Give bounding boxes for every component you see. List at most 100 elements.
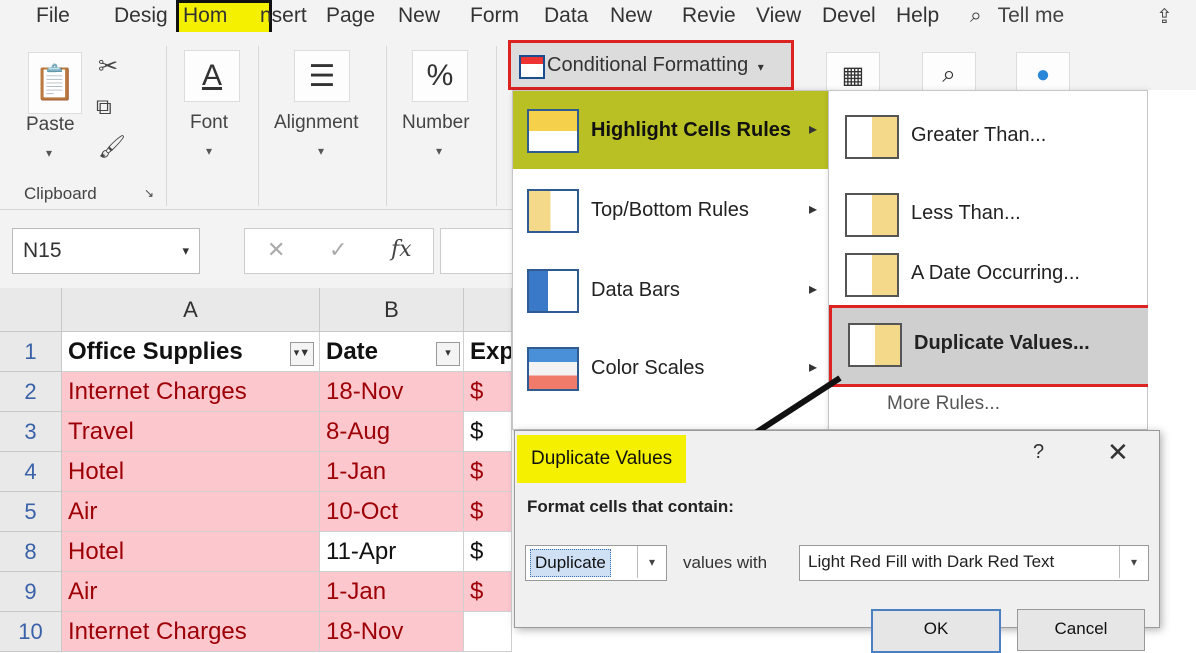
header-text: Date	[326, 338, 379, 365]
tab-review[interactable]: Revie	[682, 0, 742, 32]
submenu-item-duplicate-values[interactable]: Duplicate Values...	[829, 305, 1155, 387]
column-header-c[interactable]	[464, 288, 512, 332]
enter-icon[interactable]: ✓	[329, 237, 347, 263]
number-label[interactable]: Number	[402, 112, 470, 134]
top-bottom-icon	[527, 189, 579, 233]
cell[interactable]	[464, 612, 512, 652]
font-icon[interactable]: A	[184, 50, 240, 102]
menu-item-data-bars[interactable]: Data Bars ▸	[513, 251, 831, 329]
cancel-button[interactable]: Cancel	[1017, 609, 1145, 651]
row-header[interactable]: 4	[0, 452, 62, 492]
tab-data[interactable]: Data	[544, 0, 594, 32]
font-chevron-down-icon[interactable]: ▾	[206, 144, 212, 158]
insert-function-icon[interactable]: fx	[391, 237, 412, 262]
header-cell-office-supplies[interactable]: Office Supplies	[62, 332, 320, 372]
tab-insert[interactable]: nsert	[260, 0, 318, 32]
format-cells-label: Format cells that contain:	[527, 497, 734, 516]
chevron-down-icon[interactable]: ▾	[637, 546, 666, 578]
tab-view[interactable]: View	[756, 0, 806, 32]
ribbon-tab-bar: File Desig Hom nsert Page New Form Data …	[0, 0, 1196, 38]
help-icon[interactable]: ?	[1033, 441, 1044, 464]
percent-icon[interactable]: %	[412, 50, 468, 102]
chevron-right-icon: ▸	[808, 201, 817, 218]
cell[interactable]: Air	[62, 492, 320, 532]
tab-developer[interactable]: Devel	[822, 0, 884, 32]
tab-help[interactable]: Help	[896, 0, 948, 32]
cell[interactable]: $	[464, 572, 512, 612]
number-chevron-down-icon[interactable]: ▾	[436, 144, 442, 158]
alignment-label[interactable]: Alignment	[274, 112, 359, 134]
submenu-item-date-occurring[interactable]: A Date Occurring...	[829, 235, 1149, 311]
format-style-select[interactable]: Light Red Fill with Dark Red Text ▾	[799, 545, 1149, 581]
row-header[interactable]: 10	[0, 612, 62, 652]
filter-dropdown-icon[interactable]: ▾	[436, 342, 460, 366]
duplicate-type-select[interactable]: Duplicate ▾	[525, 545, 667, 581]
cut-icon[interactable]: ✂	[98, 52, 118, 81]
paste-label[interactable]: Paste	[26, 114, 75, 136]
cell[interactable]: $	[464, 492, 512, 532]
alignment-icon[interactable]: ☰	[294, 50, 350, 102]
tab-new-1[interactable]: New	[398, 0, 454, 32]
cell[interactable]: 1-Jan	[320, 572, 464, 612]
cancel-icon[interactable]: ✕	[267, 237, 285, 263]
filter-icon[interactable]: ▾▼	[290, 342, 314, 366]
row-header[interactable]: 3	[0, 412, 62, 452]
cell[interactable]: Internet Charges	[62, 612, 320, 652]
ok-button[interactable]: OK	[871, 609, 1001, 653]
paste-chevron-down-icon[interactable]: ▾	[46, 146, 52, 160]
menu-item-label: Data Bars	[591, 279, 680, 301]
menu-item-label: Top/Bottom Rules	[591, 199, 749, 221]
column-header-a[interactable]: A	[62, 288, 320, 332]
cell[interactable]: Air	[62, 572, 320, 612]
cell[interactable]: 18-Nov	[320, 372, 464, 412]
cell[interactable]: 18-Nov	[320, 612, 464, 652]
cell[interactable]: Hotel	[62, 532, 320, 572]
chevron-down-icon[interactable]: ▾	[182, 229, 189, 273]
submenu-item-greater-than[interactable]: Greater Than...	[829, 97, 1149, 173]
dialog-launcher-icon[interactable]: ↘	[144, 186, 154, 200]
format-painter-icon[interactable]: 🖌	[98, 134, 126, 160]
select-all-corner[interactable]	[0, 288, 62, 332]
submenu-item-more-rules[interactable]: More Rules...	[887, 393, 1000, 415]
alignment-chevron-down-icon[interactable]: ▾	[318, 144, 324, 158]
tab-file[interactable]: File	[36, 0, 78, 32]
tab-design[interactable]: Desig	[114, 0, 176, 32]
cell[interactable]: 10-Oct	[320, 492, 464, 532]
tab-new-2[interactable]: New	[610, 0, 666, 32]
row-header[interactable]: 1	[0, 332, 62, 372]
close-icon[interactable]: ✕	[1107, 437, 1129, 468]
row-header[interactable]: 2	[0, 372, 62, 412]
cell[interactable]: $	[464, 452, 512, 492]
paste-icon[interactable]: 📋	[28, 52, 82, 114]
cell[interactable]: $	[464, 412, 512, 452]
header-cell-expense[interactable]: Exp	[464, 332, 512, 372]
cell[interactable]: Hotel	[62, 452, 320, 492]
cell[interactable]: Travel	[62, 412, 320, 452]
worksheet-grid: A B 1 Office Supplies ▾▼ Date ▾ Exp 2 In…	[0, 288, 512, 652]
tab-formulas[interactable]: Form	[470, 0, 530, 32]
cell[interactable]: 11-Apr	[320, 532, 464, 572]
menu-item-highlight-cells-rules[interactable]: Highlight Cells Rules ▸	[513, 91, 831, 169]
less-than-icon	[845, 193, 899, 237]
font-label[interactable]: Font	[190, 112, 228, 134]
cell[interactable]: 1-Jan	[320, 452, 464, 492]
cell[interactable]: $	[464, 372, 512, 412]
cell[interactable]: 8-Aug	[320, 412, 464, 452]
copy-icon[interactable]: ⧉	[96, 94, 112, 120]
tab-page-layout[interactable]: Page	[326, 0, 382, 32]
tell-me-box[interactable]: ⌕ Tell me	[970, 0, 1064, 32]
cell[interactable]: Internet Charges	[62, 372, 320, 412]
name-box[interactable]: N15 ▾	[12, 228, 200, 274]
formula-row: N15 ▾ ✕ ✓ fx	[0, 210, 514, 288]
cell[interactable]: $	[464, 532, 512, 572]
conditional-formatting-button[interactable]: Conditional Formatting ▾	[508, 40, 794, 90]
share-icon[interactable]: ⇪	[1156, 4, 1180, 28]
row-header[interactable]: 5	[0, 492, 62, 532]
column-header-b[interactable]: B	[320, 288, 464, 332]
row-header[interactable]: 9	[0, 572, 62, 612]
formula-bar[interactable]	[440, 228, 514, 274]
row-header[interactable]: 8	[0, 532, 62, 572]
menu-item-top-bottom-rules[interactable]: Top/Bottom Rules ▸	[513, 171, 831, 249]
chevron-down-icon[interactable]: ▾	[1119, 546, 1148, 578]
ribbon-separator	[258, 46, 259, 206]
